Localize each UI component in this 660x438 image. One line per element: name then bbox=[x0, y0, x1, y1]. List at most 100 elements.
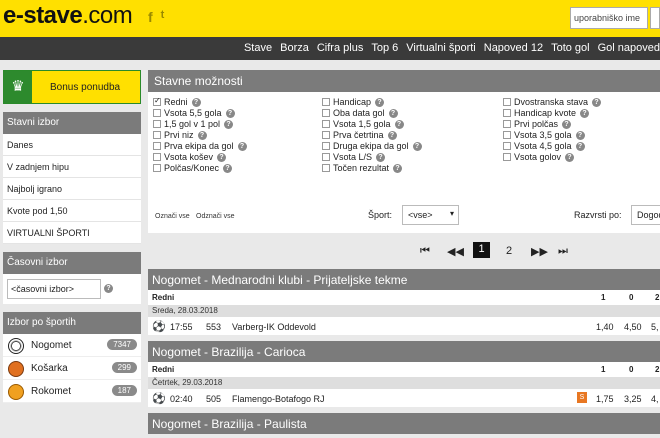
help-icon[interactable]: ? bbox=[580, 108, 590, 118]
option-tocen-rezultat[interactable]: Točen rezultat? bbox=[322, 163, 403, 173]
checkbox[interactable] bbox=[153, 142, 161, 150]
checkbox[interactable] bbox=[322, 164, 330, 172]
option-handicap[interactable]: Handicap? bbox=[322, 97, 385, 107]
option-prvi-niz[interactable]: Prvi niz? bbox=[153, 130, 207, 140]
bonus-offer-button[interactable]: ♛ Bonus ponudba bbox=[3, 70, 141, 104]
option-vsota-kosev[interactable]: Vsota košev? bbox=[153, 152, 227, 162]
facebook-icon[interactable]: f bbox=[148, 9, 153, 25]
password-input[interactable] bbox=[650, 7, 660, 29]
help-icon[interactable]: ? bbox=[592, 97, 602, 107]
option-vsota-golov[interactable]: Vsota golov? bbox=[503, 152, 575, 162]
option-polcas-konec[interactable]: Polčas/Konec? bbox=[153, 163, 233, 173]
sidebar-item-kvote-pod[interactable]: Kvote pod 1,50 bbox=[3, 200, 141, 222]
option-redni[interactable]: Redni? bbox=[153, 96, 201, 107]
checkbox[interactable] bbox=[503, 120, 511, 128]
checkbox[interactable] bbox=[503, 131, 511, 139]
odds-2[interactable]: 5, bbox=[651, 322, 659, 332]
sort-select[interactable]: Dogodku bbox=[631, 205, 660, 225]
help-icon[interactable]: ? bbox=[237, 141, 247, 151]
help-icon[interactable]: ? bbox=[388, 108, 398, 118]
help-icon[interactable]: ? bbox=[393, 163, 403, 173]
odds-1[interactable]: 1,75 bbox=[596, 394, 614, 404]
checkbox[interactable] bbox=[322, 98, 330, 106]
nav-cifra-plus[interactable]: Cifra plus bbox=[317, 42, 363, 54]
help-icon[interactable]: ? bbox=[104, 284, 113, 293]
option-vsota-3-5[interactable]: Vsota 3,5 gola? bbox=[503, 130, 585, 140]
page-2[interactable]: 2 bbox=[506, 245, 512, 257]
last-page-icon[interactable]: ⏭ bbox=[558, 245, 568, 258]
checkbox[interactable] bbox=[153, 131, 161, 139]
sidebar-item-virtualni-sporti[interactable]: VIRTUALNI ŠPORTI bbox=[3, 222, 141, 244]
odds-1[interactable]: 1,40 bbox=[596, 322, 614, 332]
checkbox[interactable] bbox=[153, 96, 161, 106]
checkbox[interactable] bbox=[322, 142, 330, 150]
option-1-5-gol[interactable]: 1,5 gol v 1 pol? bbox=[153, 119, 234, 129]
help-icon[interactable]: ? bbox=[387, 130, 397, 140]
twitter-icon[interactable]: t bbox=[161, 9, 165, 25]
deselect-all-link[interactable]: Odznači vse bbox=[196, 213, 235, 220]
checkbox[interactable] bbox=[153, 109, 161, 117]
help-icon[interactable]: ? bbox=[224, 119, 234, 129]
sport-item-nogomet[interactable]: Nogomet 7347 bbox=[3, 334, 141, 357]
option-prva-cetrtina[interactable]: Prva četrtina? bbox=[322, 130, 397, 140]
checkbox[interactable] bbox=[503, 98, 511, 106]
sport-select[interactable]: <vse> ▾ bbox=[402, 205, 459, 225]
option-dvostranska[interactable]: Dvostranska stava? bbox=[503, 97, 602, 107]
option-druga-ekipa[interactable]: Druga ekipa da gol? bbox=[322, 141, 422, 151]
help-icon[interactable]: ? bbox=[375, 97, 385, 107]
checkbox[interactable] bbox=[153, 153, 161, 161]
nav-gol-napoved[interactable]: Gol napoved bbox=[598, 42, 660, 54]
odds-2[interactable]: 4, bbox=[651, 394, 659, 404]
sport-item-rokomet[interactable]: Rokomet 187 bbox=[3, 380, 141, 403]
help-icon[interactable]: ? bbox=[225, 108, 235, 118]
sidebar-item-danes[interactable]: Danes bbox=[3, 134, 141, 156]
help-icon[interactable]: ? bbox=[394, 119, 404, 129]
help-icon[interactable]: ? bbox=[565, 152, 575, 162]
first-page-icon[interactable]: ⏮ bbox=[420, 245, 430, 258]
next-page-icon[interactable]: ▶▶ bbox=[531, 245, 548, 258]
match-row[interactable]: ⚽ 02:40 505 Flamengo-Botafogo RJ S 1,75 … bbox=[148, 389, 660, 407]
checkbox[interactable] bbox=[322, 131, 330, 139]
help-icon[interactable]: ? bbox=[575, 141, 585, 151]
nav-napoved-12[interactable]: Napoved 12 bbox=[484, 42, 543, 54]
sidebar-item-v-zadnjem-hipu[interactable]: V zadnjem hipu bbox=[3, 156, 141, 178]
checkbox[interactable] bbox=[322, 120, 330, 128]
prev-page-icon[interactable]: ◀◀ bbox=[447, 245, 464, 258]
nav-borza[interactable]: Borza bbox=[280, 42, 309, 54]
match-row[interactable]: ⚽ 17:55 553 Varberg-IK Oddevold 1,40 4,5… bbox=[148, 317, 660, 335]
special-badge[interactable]: S bbox=[577, 392, 587, 403]
option-handicap-kvote[interactable]: Handicap kvote? bbox=[503, 108, 590, 118]
select-all-link[interactable]: Označi vse bbox=[155, 213, 190, 220]
help-icon[interactable]: ? bbox=[412, 141, 422, 151]
checkbox[interactable] bbox=[322, 109, 330, 117]
nav-stave[interactable]: Stave bbox=[244, 42, 272, 54]
odds-0[interactable]: 3,25 bbox=[624, 394, 642, 404]
option-vsota-5-5[interactable]: Vsota 5,5 gola? bbox=[153, 108, 235, 118]
option-vsota-4-5[interactable]: Vsota 4,5 gola? bbox=[503, 141, 585, 151]
option-prva-ekipa[interactable]: Prva ekipa da gol? bbox=[153, 141, 247, 151]
help-icon[interactable]: ? bbox=[217, 152, 227, 162]
nav-top-6[interactable]: Top 6 bbox=[371, 42, 398, 54]
sport-item-kosarka[interactable]: Košarka 299 bbox=[3, 357, 141, 380]
checkbox[interactable] bbox=[503, 142, 511, 150]
username-input[interactable]: uporabniško ime bbox=[570, 7, 648, 29]
odds-0[interactable]: 4,50 bbox=[624, 322, 642, 332]
checkbox[interactable] bbox=[153, 120, 161, 128]
option-prvi-polcas[interactable]: Prvi polčas? bbox=[503, 119, 572, 129]
time-select[interactable]: <časovni izbor> bbox=[7, 279, 101, 299]
nav-virtualni-sporti[interactable]: Virtualni športi bbox=[406, 42, 476, 54]
help-icon[interactable]: ? bbox=[197, 130, 207, 140]
checkbox[interactable] bbox=[503, 109, 511, 117]
option-vsota-ls[interactable]: Vsota L/S? bbox=[322, 152, 386, 162]
nav-toto-gol[interactable]: Toto gol bbox=[551, 42, 590, 54]
option-vsota-1-5[interactable]: Vsota 1,5 gola? bbox=[322, 119, 404, 129]
help-icon[interactable]: ? bbox=[562, 119, 572, 129]
sidebar-item-najbolj-igrano[interactable]: Najbolj igrano bbox=[3, 178, 141, 200]
checkbox[interactable] bbox=[153, 164, 161, 172]
option-oba-data-gol[interactable]: Oba data gol? bbox=[322, 108, 398, 118]
help-icon[interactable]: ? bbox=[223, 163, 233, 173]
checkbox[interactable] bbox=[322, 153, 330, 161]
checkbox[interactable] bbox=[503, 153, 511, 161]
help-icon[interactable]: ? bbox=[191, 97, 201, 107]
help-icon[interactable]: ? bbox=[575, 130, 585, 140]
